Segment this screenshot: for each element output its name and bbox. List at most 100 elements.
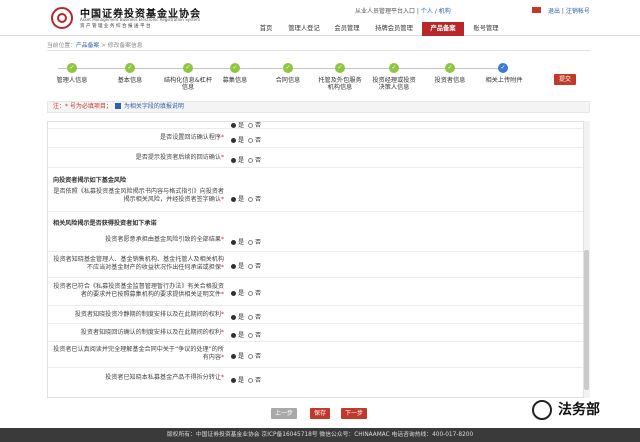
radio-no-label: 否 (254, 137, 262, 144)
row-label: 投资者已认真阅读并完全理解基金合同中关于“争议的处理”的所有内容 (53, 346, 224, 361)
radio-no-label: 否 (254, 377, 262, 384)
step-current-icon: ✓ (498, 63, 508, 73)
radio-yes[interactable] (231, 197, 236, 202)
radio-yes[interactable] (231, 264, 236, 269)
form-row: 是否依照《私募投资基金风险揭示书内容与格式指引》向投资者揭示相关风险，并经投资者… (48, 184, 584, 212)
row-label: 投资者愿意承担由基金风险引致的全部结果 (105, 236, 221, 243)
breadcrumb-link-product-filing[interactable]: 产品备案 (76, 43, 99, 49)
submit-button[interactable]: 提交 (554, 74, 576, 85)
radio-yes[interactable] (231, 354, 236, 359)
radio-no-label: 否 (254, 263, 262, 270)
radio-group: 是 否 (231, 375, 261, 384)
institution-link[interactable]: 机构 (439, 8, 451, 15)
radio-yes[interactable] (231, 378, 236, 383)
step-done-icon: ✓ (125, 63, 135, 73)
radio-yes-label: 是 (238, 290, 245, 297)
association-emblem-icon (51, 7, 73, 29)
scrollbar-thumb[interactable] (584, 250, 589, 390)
radio-no-label: 否 (254, 290, 262, 297)
radio-group: 是 否 (231, 122, 261, 129)
radio-no[interactable] (247, 333, 253, 338)
step-manager-info[interactable]: 管理人信息 (50, 77, 94, 84)
radio-no[interactable] (247, 264, 253, 269)
step-done-icon: ✓ (389, 63, 399, 73)
radio-no[interactable] (247, 197, 253, 202)
radio-yes[interactable] (231, 123, 236, 128)
step-basic-info[interactable]: 基本信息 (108, 77, 152, 84)
mail-icon[interactable] (532, 7, 541, 13)
required-note: 注：* 号为必填项目； (53, 103, 112, 110)
breadcrumb: 当前位置：产品备案 > 修改备案信息 (47, 40, 143, 49)
radio-no[interactable] (247, 354, 253, 359)
row-label: 投资者已符合《私募投资基金监督管理暂行办法》有关合格投资者的要求并已按照募集机构… (53, 283, 224, 298)
radio-no-label: 否 (254, 157, 262, 164)
form-row: 投资者已认真阅读并完全理解基金合同中关于“争议的处理”的所有内容* 是 否 (48, 342, 584, 368)
row-label: 投资者知晓投资冷静期的制度安排以及在此期间的权利 (74, 311, 221, 318)
step-done-icon: ✓ (445, 63, 455, 73)
radio-no[interactable] (247, 378, 253, 383)
radio-no[interactable] (247, 138, 253, 143)
form-row: 投资者知晓回访确认的制度安排以及在此期间的权利* 是 否 (48, 324, 584, 342)
radio-yes[interactable] (231, 333, 236, 338)
nav-product-filing[interactable]: 产品备案 (422, 22, 464, 36)
nav-home[interactable]: 首页 (252, 22, 280, 36)
row-label: 是否设置回访确认程序 (160, 134, 221, 141)
row-label: 是否依照《私募投资基金风险揭示书内容与格式指引》向投资者揭示相关风险，并经投资者… (53, 188, 224, 203)
step-structured-info[interactable]: 结构化信息&杠杆信息 (161, 77, 215, 91)
step-done-icon: ✓ (335, 63, 345, 73)
row-label: 投资者知晓回访确认的制度安排以及在此期间的权利 (80, 329, 221, 336)
breadcrumb-label: 当前位置： (47, 43, 76, 49)
step-custody-info[interactable]: 托管及外包服务机构信息 (317, 77, 363, 91)
step-attachments[interactable]: 相关上传附件 (479, 77, 529, 84)
radio-no-label: 否 (254, 314, 262, 321)
step-done-icon: ✓ (183, 63, 193, 73)
radio-no[interactable] (247, 123, 253, 128)
individual-link[interactable]: 个人 (421, 8, 433, 15)
radio-yes[interactable] (231, 291, 236, 296)
step-investment-manager-info[interactable]: 投资经理或投资决策人信息 (371, 77, 417, 91)
radio-yes[interactable] (231, 315, 236, 320)
logout-links[interactable]: 退出 | 注销帐号 (548, 6, 590, 15)
radio-group: 是 否 (231, 155, 261, 164)
step-contract-info[interactable]: 合同信息 (267, 77, 309, 84)
section-title: 向投资者揭示如下基金风险 (53, 177, 127, 184)
radio-no[interactable] (247, 315, 253, 320)
row-label: 投资者知晓基金管理人、基金销售机构、基金托管人及相关机构不应当对基金财产的收益状… (53, 256, 224, 271)
radio-group: 是 否 (231, 288, 261, 297)
wechat-watermark: 法务部 (532, 398, 637, 422)
step-fundraising-info[interactable]: 募集信息 (214, 77, 256, 84)
form-row: 是否提示投资者后续的回访确认* 是 否 (48, 148, 584, 168)
step-done-icon: ✓ (230, 63, 240, 73)
section-title: 相关风险揭示是否获得投资者如下承诺 (53, 220, 157, 227)
radio-no[interactable] (247, 291, 253, 296)
next-step-button[interactable]: 下一步 (341, 408, 367, 419)
hint-icon (114, 103, 121, 109)
breadcrumb-separator: > (99, 43, 108, 49)
save-button[interactable]: 保存 (310, 408, 330, 419)
required-legend: 注：* 号为必填项目； 为相关字段的填报说明 (47, 101, 590, 113)
radio-group: 是 否 (231, 194, 261, 203)
row-label: 投资者已知晓本私募基金产品不得拆分转让 (105, 374, 221, 381)
form-row: 投资者愿意承担由基金风险引致的全部结果* 是 否 (48, 228, 584, 252)
radio-no-label: 否 (254, 353, 262, 360)
breadcrumb-current: 修改备案信息 (107, 43, 143, 49)
radio-yes-label: 是 (238, 377, 245, 384)
nav-account-management[interactable]: 账号管理 (466, 22, 506, 36)
nav-member-management[interactable]: 会员管理 (328, 22, 366, 36)
nav-licensed-member-management[interactable]: 持牌会员管理 (368, 22, 420, 36)
radio-yes[interactable] (231, 158, 236, 163)
prev-step-button[interactable]: 上一步 (271, 408, 297, 419)
radio-yes[interactable] (231, 138, 236, 143)
step-investor-info[interactable]: 投资者信息 (429, 77, 471, 84)
radio-no-label: 否 (254, 239, 262, 246)
radio-no[interactable] (247, 158, 253, 163)
radio-no-label: 否 (254, 332, 262, 339)
radio-yes-label: 是 (238, 353, 245, 360)
nav-manager-registration[interactable]: 管理人登记 (282, 22, 326, 36)
user-entry-label: 从业人员管理平台入口 (355, 8, 416, 15)
step-done-icon: ✓ (283, 63, 293, 73)
radio-group: 是 否 (231, 135, 261, 144)
radio-no[interactable] (247, 240, 253, 245)
radio-group: 是 否 (231, 351, 261, 360)
radio-yes[interactable] (231, 240, 236, 245)
